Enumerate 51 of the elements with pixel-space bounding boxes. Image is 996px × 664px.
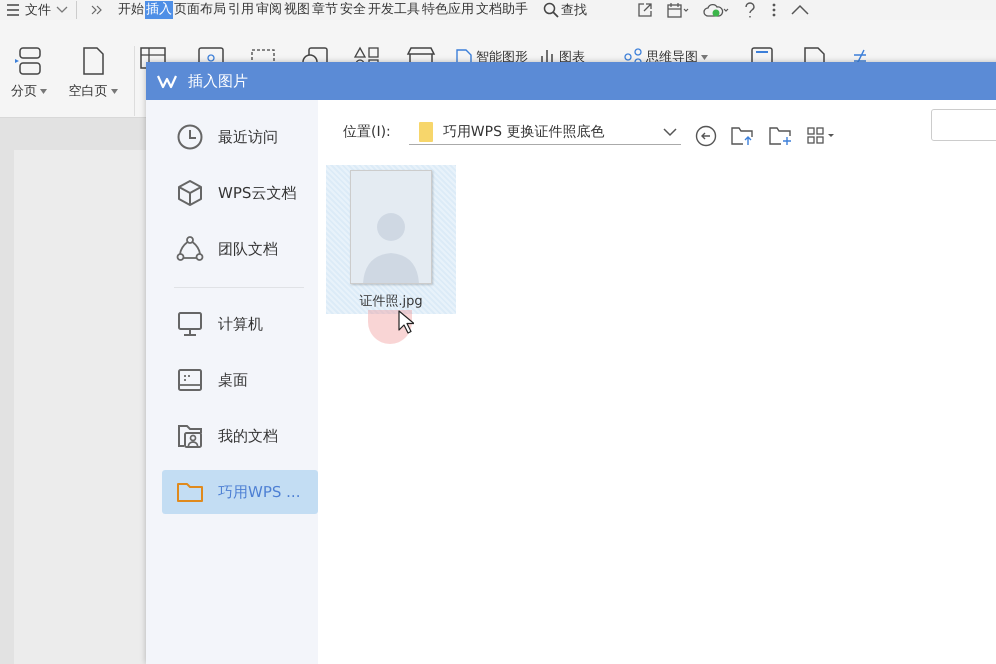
sidebar-item[interactable]: WPS云文档 <box>162 171 318 215</box>
caret-icon <box>701 54 708 60</box>
menu-tab[interactable]: 审阅 <box>255 1 283 19</box>
menu-tab[interactable]: 开发工具 <box>367 1 421 19</box>
share-icon[interactable] <box>637 2 653 18</box>
cloud-icon[interactable] <box>703 2 729 18</box>
file-thumbnail[interactable]: 证件照.jpg <box>326 165 456 314</box>
team-icon <box>176 235 204 263</box>
back-icon[interactable] <box>694 125 717 147</box>
chevrons-icon[interactable] <box>91 5 103 15</box>
file-menu-button[interactable]: 文件 <box>0 1 77 19</box>
caret-icon <box>40 88 47 94</box>
app-logo-icon <box>156 73 178 89</box>
new-folder-icon[interactable] <box>768 126 793 146</box>
help-icon[interactable] <box>743 2 757 18</box>
menu-icon <box>6 4 20 16</box>
menu-tab[interactable]: 开始 <box>117 1 145 19</box>
desktop-icon <box>176 366 204 394</box>
menu-tab[interactable]: 章节 <box>311 1 339 19</box>
calendar-icon[interactable] <box>667 2 689 18</box>
menu-tab[interactable]: 特色应用 <box>421 1 475 19</box>
location-label: 位置(I): <box>343 123 391 141</box>
search-button[interactable]: 查找 <box>543 1 587 19</box>
cube-icon <box>176 179 204 207</box>
sidebar-item[interactable]: 我的文档 <box>162 414 318 458</box>
cursor-icon <box>398 310 414 334</box>
caret-icon <box>110 88 118 94</box>
collapse-icon[interactable] <box>791 4 809 16</box>
menu-tab[interactable]: 页面布局 <box>173 1 227 19</box>
more-icon[interactable] <box>771 2 777 18</box>
search-icon <box>543 2 559 18</box>
chevron-down-icon <box>56 6 68 14</box>
file-name: 证件照.jpg <box>359 293 423 310</box>
page-break-icon <box>15 46 43 76</box>
chevron-down-icon <box>662 126 677 136</box>
sidebar-item[interactable]: 桌面 <box>162 358 318 402</box>
location-dropdown[interactable]: 巧用WPS 更换证件照底色 <box>408 119 681 145</box>
menu-tab[interactable]: 视图 <box>283 1 311 19</box>
menu-tab[interactable]: 文档助手 <box>475 1 529 19</box>
dialog-title: 插入图片 <box>188 72 248 90</box>
sidebar-item[interactable]: 团队文档 <box>162 227 318 271</box>
search-field[interactable] <box>930 109 996 141</box>
menu-tab[interactable]: 引用 <box>227 1 255 19</box>
clock-icon <box>176 123 204 151</box>
monitor-icon <box>176 310 204 338</box>
user-folder-icon <box>176 422 204 450</box>
sidebar-item[interactable]: 最近访问 <box>162 115 318 159</box>
menu-tab[interactable]: 安全 <box>339 1 367 19</box>
folder-up-icon[interactable] <box>730 126 755 146</box>
sidebar-item[interactable]: 计算机 <box>162 302 318 346</box>
folder-icon <box>418 122 433 142</box>
